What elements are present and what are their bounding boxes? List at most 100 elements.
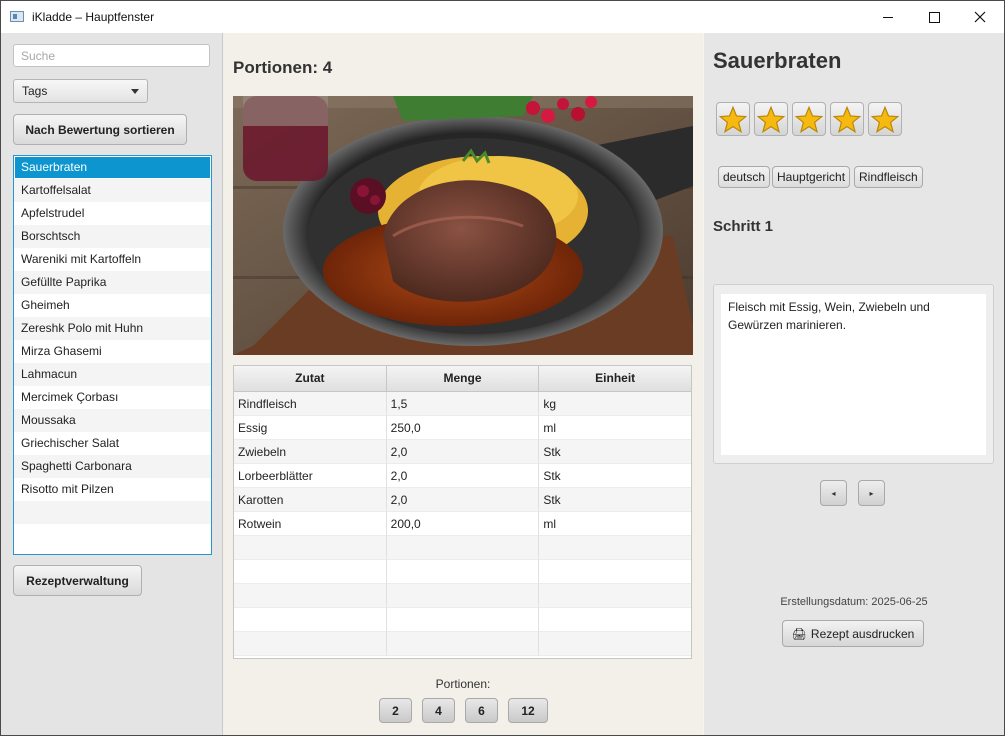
maximize-button[interactable] xyxy=(911,1,957,33)
recipe-list-item[interactable]: Lahmacun xyxy=(14,363,211,386)
table-row[interactable]: Zwiebeln 2,0 Stk xyxy=(234,440,691,464)
table-empty-row xyxy=(234,584,691,608)
table-row[interactable]: Essig 250,0 ml xyxy=(234,416,691,440)
recipe-list-item[interactable]: Sauerbraten xyxy=(15,157,210,178)
table-row[interactable]: Karotten 2,0 Stk xyxy=(234,488,691,512)
ingredients-table[interactable]: Zutat Menge Einheit Rindfleisch 1,5 kg Essi… xyxy=(233,365,692,659)
table-cell xyxy=(234,536,387,560)
recipe-list-empty-row xyxy=(14,524,211,547)
chevron-down-icon xyxy=(131,89,139,94)
recipe-list-item[interactable]: Kartoffelsalat xyxy=(14,179,211,202)
step-title: Schritt 1 xyxy=(713,218,774,235)
table-cell: kg xyxy=(539,392,691,416)
star-icon xyxy=(795,105,823,133)
print-recipe-button[interactable]: 🖨 Rezept ausdrucken xyxy=(782,620,924,647)
minimize-icon xyxy=(883,16,893,18)
recipe-management-button[interactable]: Rezeptverwaltung xyxy=(13,565,142,596)
table-cell xyxy=(234,608,387,632)
window-title: iKladde – Hauptfenster xyxy=(32,10,155,24)
tags-combobox[interactable]: Tags xyxy=(13,79,148,103)
star-rating-button[interactable] xyxy=(716,102,750,136)
column-header-unit[interactable]: Einheit xyxy=(539,366,691,391)
recipe-list[interactable]: Sauerbraten Kartoffelsalat Apfelstrudel Bor… xyxy=(13,155,212,555)
recipe-list-item[interactable]: Risotto mit Pilzen xyxy=(14,478,211,501)
table-cell xyxy=(539,632,691,656)
table-cell: 200,0 xyxy=(386,512,540,536)
portion-heading: Portionen: 4 xyxy=(233,58,333,77)
recipe-title: Sauerbraten xyxy=(713,48,842,73)
search-input[interactable]: Suche xyxy=(13,44,210,67)
recipe-list-item[interactable]: Mercimek Çorbası xyxy=(14,386,211,409)
table-cell: ml xyxy=(539,416,691,440)
table-cell xyxy=(234,632,387,656)
recipe-list-item[interactable]: Spaghetti Carbonara xyxy=(14,455,211,478)
table-body: Rindfleisch 1,5 kg Essig 250,0 ml Zwiebeln 2,0 S… xyxy=(234,392,691,656)
next-step-button[interactable]: ▸ xyxy=(858,480,885,506)
tags-combobox-label: Tags xyxy=(22,84,48,98)
star-rating-button[interactable] xyxy=(792,102,826,136)
minimize-button[interactable] xyxy=(865,1,911,33)
arrow-left-icon: ◂ xyxy=(831,488,836,498)
printer-icon: 🖨 xyxy=(791,626,807,641)
sidebar: Suche Tags Nach Bewertung sortieren Saue… xyxy=(1,33,223,735)
table-empty-row xyxy=(234,608,691,632)
column-header-ingredient[interactable]: Zutat xyxy=(234,366,387,391)
table-cell: ml xyxy=(539,512,691,536)
star-icon xyxy=(871,105,899,133)
recipe-list-item[interactable]: Apfelstrudel xyxy=(14,202,211,225)
table-cell: 1,5 xyxy=(386,392,540,416)
previous-step-button[interactable]: ◂ xyxy=(820,480,847,506)
star-rating-button[interactable] xyxy=(754,102,788,136)
tag-chip[interactable]: deutsch xyxy=(718,166,771,188)
maximize-icon xyxy=(928,11,940,23)
recipe-content: Portionen: 4 Zutat Menge Einheit Rindfle… xyxy=(223,33,703,735)
portion-button-12[interactable]: 12 xyxy=(508,698,548,723)
portion-button-6[interactable]: 6 xyxy=(465,698,498,723)
tag-chip[interactable]: Hauptgericht xyxy=(772,166,851,188)
table-cell xyxy=(386,584,540,608)
table-cell: 250,0 xyxy=(386,416,540,440)
table-row[interactable]: Rotwein 200,0 ml xyxy=(234,512,691,536)
star-rating-button[interactable] xyxy=(830,102,864,136)
table-cell xyxy=(234,560,387,584)
star-icon xyxy=(757,105,785,133)
recipe-list-item[interactable]: Borschtsch xyxy=(14,225,211,248)
recipe-list-item[interactable]: Gefüllte Paprika xyxy=(14,271,211,294)
recipe-list-item[interactable]: Zereshk Polo mit Huhn xyxy=(14,317,211,340)
sort-by-rating-button[interactable]: Nach Bewertung sortieren xyxy=(13,114,187,145)
table-cell xyxy=(386,560,540,584)
arrow-right-icon: ▸ xyxy=(869,488,874,498)
table-cell: Zwiebeln xyxy=(234,440,387,464)
recipe-list-item[interactable]: Griechischer Salat xyxy=(14,432,211,455)
column-header-amount[interactable]: Menge xyxy=(387,366,540,391)
portion-button-4[interactable]: 4 xyxy=(422,698,455,723)
table-cell xyxy=(539,584,691,608)
recipe-list-item[interactable]: Moussaka xyxy=(14,409,211,432)
recipe-image xyxy=(233,96,693,355)
close-button[interactable] xyxy=(957,1,1003,33)
table-cell: 2,0 xyxy=(386,488,540,512)
portion-button-2[interactable]: 2 xyxy=(379,698,412,723)
star-rating-button[interactable] xyxy=(868,102,902,136)
recipe-list-item[interactable]: Mirza Ghasemi xyxy=(14,340,211,363)
table-cell: Stk xyxy=(539,440,691,464)
table-empty-row xyxy=(234,632,691,656)
star-icon xyxy=(833,105,861,133)
table-row[interactable]: Rindfleisch 1,5 kg xyxy=(234,392,691,416)
recipe-photo-illustration xyxy=(233,96,693,355)
close-icon xyxy=(974,11,986,23)
recipe-list-empty-row xyxy=(14,501,211,524)
table-cell xyxy=(386,608,540,632)
table-cell xyxy=(386,632,540,656)
recipe-list-item[interactable]: Gheimeh xyxy=(14,294,211,317)
star-icon xyxy=(719,105,747,133)
step-box: Fleisch mit Essig, Wein, Zwiebeln und Ge… xyxy=(713,284,994,464)
table-row[interactable]: Lorbeerblätter 2,0 Stk xyxy=(234,464,691,488)
table-cell: 2,0 xyxy=(386,464,540,488)
table-cell: Essig xyxy=(234,416,387,440)
recipe-list-item[interactable]: Wareniki mit Kartoffeln xyxy=(14,248,211,271)
table-cell: Rotwein xyxy=(234,512,387,536)
portions-label: Portionen: xyxy=(435,677,491,691)
step-text: Fleisch mit Essig, Wein, Zwiebeln und Ge… xyxy=(721,294,986,455)
tag-chip[interactable]: Rindfleisch xyxy=(854,166,923,188)
